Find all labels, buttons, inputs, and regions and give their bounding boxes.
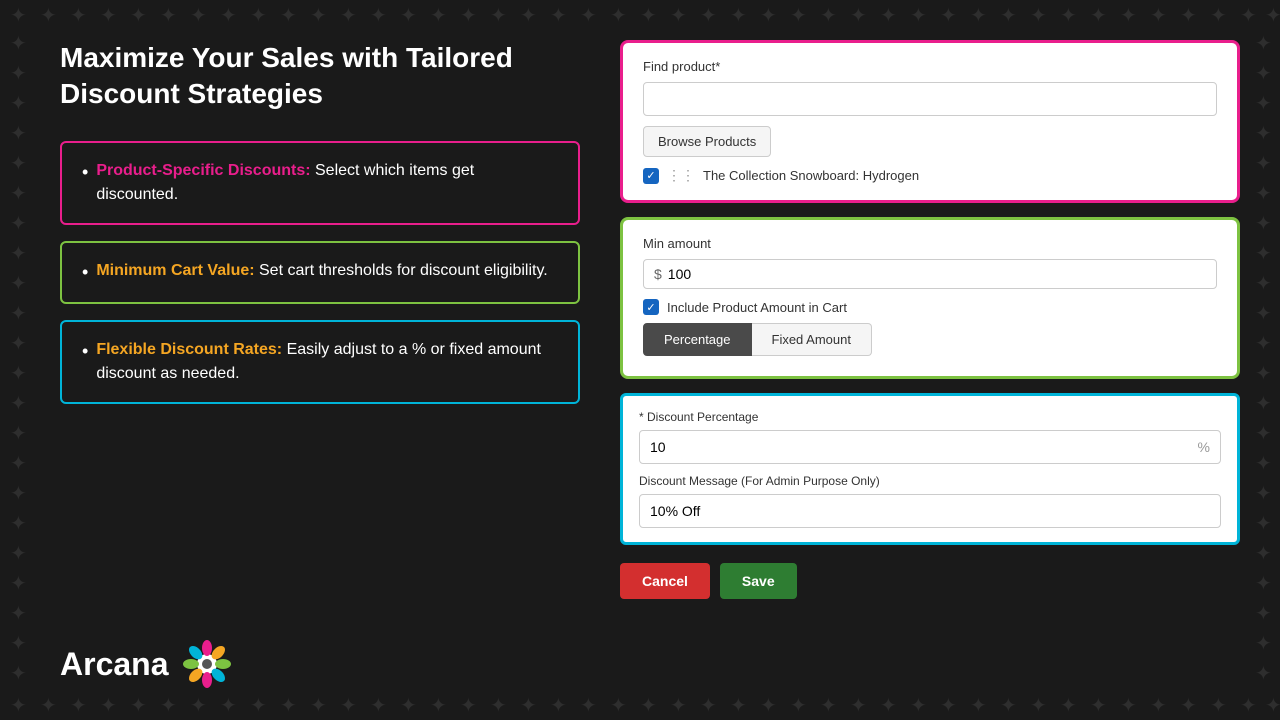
product-name: The Collection Snowboard: Hydrogen xyxy=(703,168,919,183)
find-product-card: Find product* Browse Products ⋮⋮ The Col… xyxy=(620,40,1240,203)
discount-percentage-input[interactable] xyxy=(650,439,1192,455)
feature-box-flexible-rates: • Flexible Discount Rates: Easily adjust… xyxy=(60,320,580,404)
headline: Maximize Your Sales with Tailored Discou… xyxy=(60,40,580,113)
percentage-toggle-button[interactable]: Percentage xyxy=(643,323,752,356)
action-row: Cancel Save xyxy=(620,563,1240,599)
discount-message-input[interactable] xyxy=(639,494,1221,528)
discount-message-label: Discount Message (For Admin Purpose Only… xyxy=(639,474,1221,488)
min-amount-input[interactable] xyxy=(668,266,1206,282)
feature-title-product-specific: Product-Specific Discounts: xyxy=(96,162,310,179)
feature-text-minimum-cart: Minimum Cart Value: Set cart thresholds … xyxy=(96,259,547,283)
bullet-icon-3: • xyxy=(82,338,88,365)
find-product-label: Find product* xyxy=(643,59,1217,74)
feature-title-flexible-rates: Flexible Discount Rates: xyxy=(96,341,282,358)
include-product-label: Include Product Amount in Cart xyxy=(667,300,847,315)
feature-text-product-specific: Product-Specific Discounts: Select which… xyxy=(96,159,558,207)
logo-text: Arcana xyxy=(60,646,169,683)
currency-symbol: $ xyxy=(654,266,662,282)
percentage-symbol: % xyxy=(1198,439,1210,455)
logo-icon xyxy=(181,638,233,690)
discount-type-toggle: Percentage Fixed Amount xyxy=(643,323,1217,356)
include-product-row: Include Product Amount in Cart xyxy=(643,299,1217,315)
left-panel: Maximize Your Sales with Tailored Discou… xyxy=(60,40,580,690)
drag-icon: ⋮⋮ xyxy=(667,167,695,184)
discount-card: * Discount Percentage % Discount Message… xyxy=(620,393,1240,545)
right-panel: Find product* Browse Products ⋮⋮ The Col… xyxy=(620,40,1240,690)
discount-input-wrap: % xyxy=(639,430,1221,464)
feature-box-minimum-cart: • Minimum Cart Value: Set cart threshold… xyxy=(60,241,580,304)
logo-area: Arcana xyxy=(60,618,580,690)
find-product-input[interactable] xyxy=(643,82,1217,116)
product-checkbox[interactable] xyxy=(643,168,659,184)
feature-title-minimum-cart: Minimum Cart Value: xyxy=(96,262,254,279)
bullet-icon: • xyxy=(82,159,88,186)
fixed-amount-toggle-button[interactable]: Fixed Amount xyxy=(752,323,873,356)
feature-text-flexible-rates: Flexible Discount Rates: Easily adjust t… xyxy=(96,338,558,386)
feature-box-product-specific: • Product-Specific Discounts: Select whi… xyxy=(60,141,580,225)
bullet-icon-2: • xyxy=(82,259,88,286)
min-amount-card: Min amount $ Include Product Amount in C… xyxy=(620,217,1240,379)
product-item: ⋮⋮ The Collection Snowboard: Hydrogen xyxy=(643,167,1217,184)
main-content: Maximize Your Sales with Tailored Discou… xyxy=(0,0,1280,720)
amount-input-wrap: $ xyxy=(643,259,1217,289)
save-button[interactable]: Save xyxy=(720,563,797,599)
include-product-checkbox[interactable] xyxy=(643,299,659,315)
browse-products-button[interactable]: Browse Products xyxy=(643,126,771,157)
min-amount-label: Min amount xyxy=(643,236,1217,251)
discount-percentage-label: * Discount Percentage xyxy=(639,410,1221,424)
cancel-button[interactable]: Cancel xyxy=(620,563,710,599)
